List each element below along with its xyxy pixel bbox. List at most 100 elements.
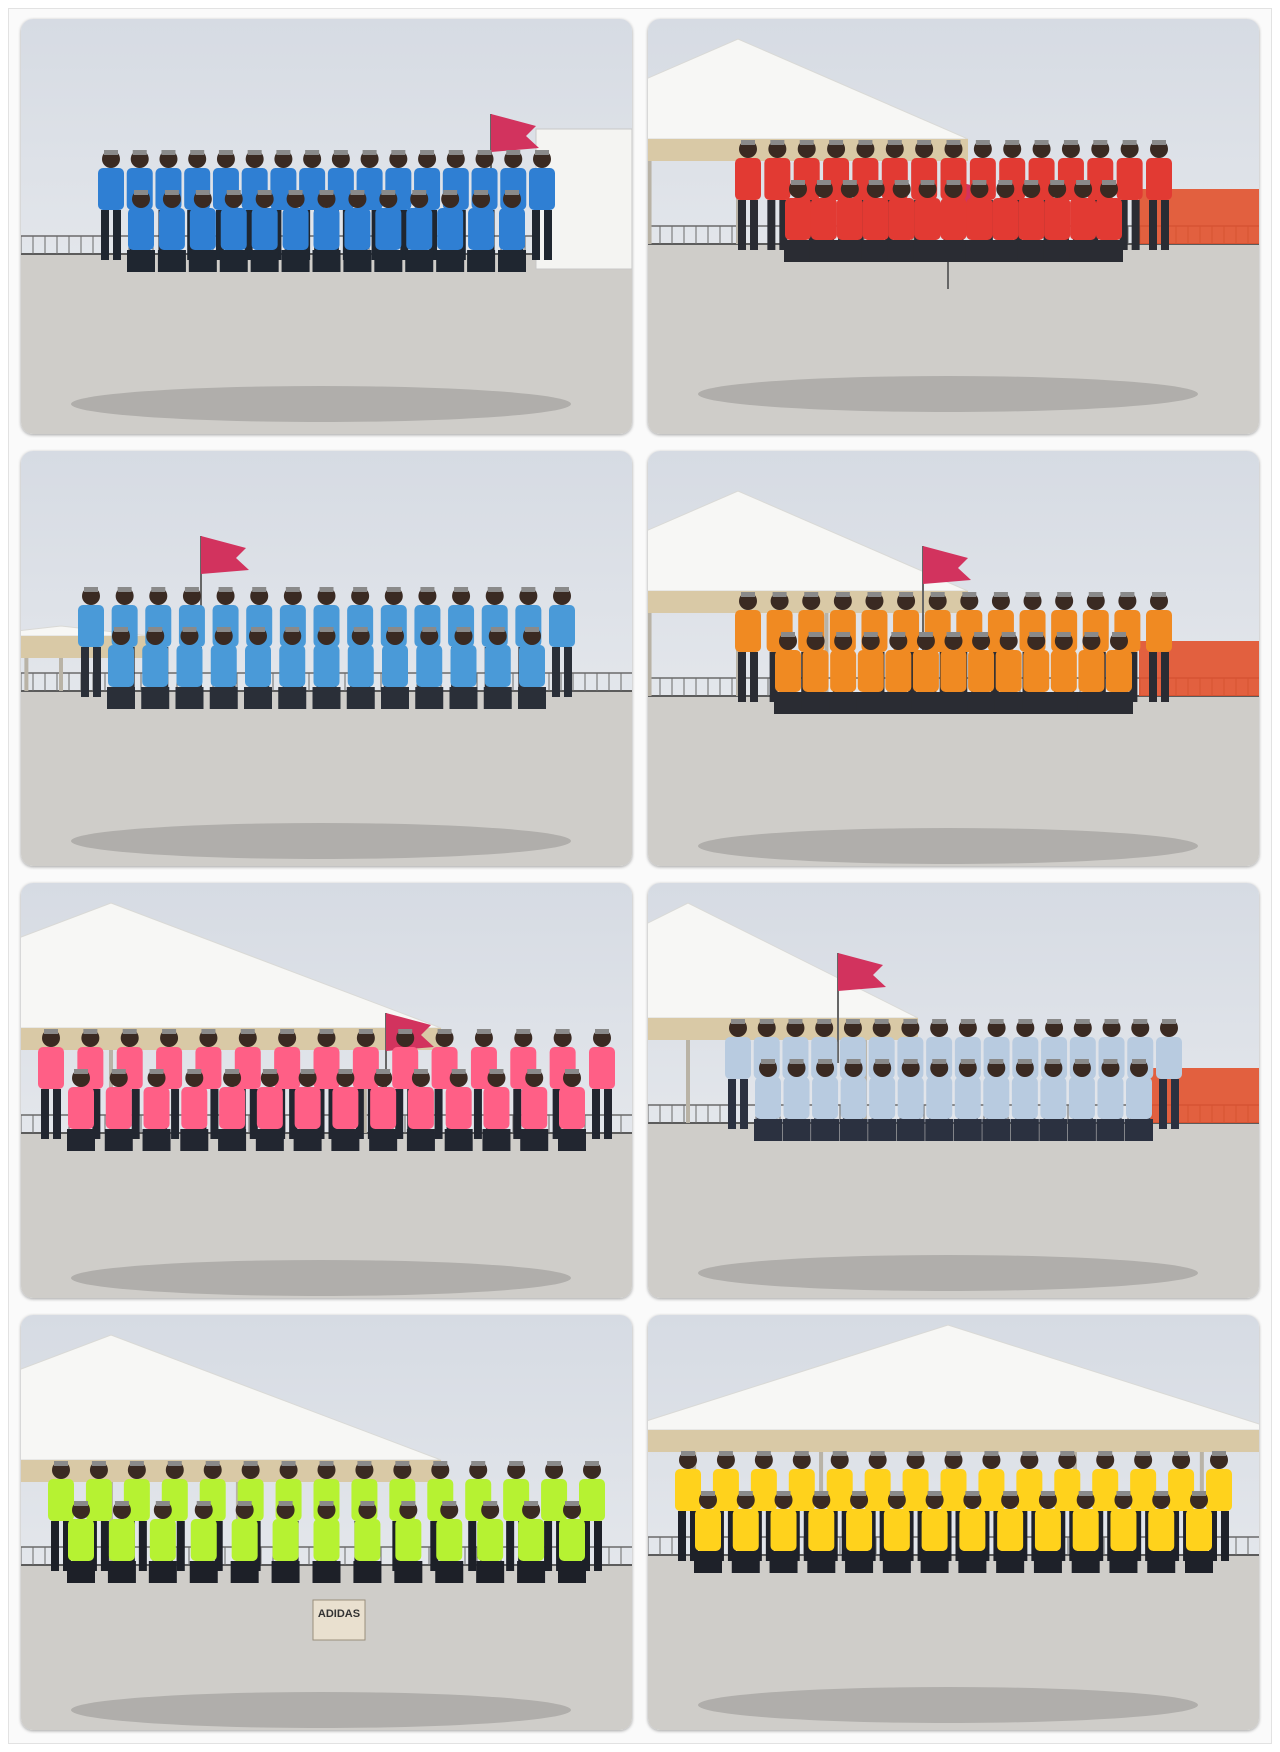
legs-crouched xyxy=(801,692,830,714)
shirt xyxy=(245,645,271,687)
shadow xyxy=(71,386,571,422)
legs-crouched xyxy=(856,692,885,714)
cap xyxy=(149,1069,164,1074)
shirt xyxy=(1092,1469,1119,1511)
canopy-rim xyxy=(21,1460,441,1482)
cap xyxy=(358,1029,373,1034)
shirt xyxy=(732,1509,759,1551)
leg xyxy=(552,647,560,697)
legs-crouched xyxy=(774,692,802,714)
shirt xyxy=(802,650,829,692)
legs-crouched xyxy=(498,250,526,272)
cap xyxy=(799,140,814,145)
cap xyxy=(353,627,368,632)
legs-crouched xyxy=(250,250,279,272)
cap xyxy=(195,190,210,195)
cap xyxy=(443,190,458,195)
legs-crouched xyxy=(1105,692,1133,714)
cap xyxy=(899,592,914,597)
legs-crouched xyxy=(353,1561,382,1583)
cap xyxy=(84,587,98,592)
group-photo-grey xyxy=(648,883,1259,1298)
cap xyxy=(920,180,935,185)
cap xyxy=(477,150,492,155)
photo-scene xyxy=(648,19,1259,434)
cap xyxy=(776,1491,791,1496)
cap xyxy=(398,1029,413,1034)
shirt xyxy=(559,1087,585,1129)
leg xyxy=(93,647,101,697)
cap xyxy=(483,1501,498,1506)
cap xyxy=(1046,1059,1061,1064)
leg xyxy=(51,1521,59,1571)
cap xyxy=(960,1019,975,1024)
cap xyxy=(972,180,987,185)
shirt xyxy=(785,198,811,240)
shirt xyxy=(775,650,801,692)
cap xyxy=(772,592,787,597)
cap xyxy=(998,180,1013,185)
legs-crouched xyxy=(148,1561,177,1583)
legs-crouched xyxy=(884,692,913,714)
legs-crouched xyxy=(1096,1119,1125,1141)
cap xyxy=(585,1461,599,1466)
shirt xyxy=(483,1087,510,1129)
legs-crouched xyxy=(1010,1119,1039,1141)
shirt xyxy=(38,1047,64,1089)
leg xyxy=(53,1089,61,1139)
cap xyxy=(962,592,977,597)
cap xyxy=(300,1069,315,1074)
legs-crouched xyxy=(331,1129,360,1151)
shirt xyxy=(519,645,545,687)
cap xyxy=(437,1029,452,1034)
shirt xyxy=(826,1469,853,1511)
leg xyxy=(740,1079,748,1129)
cap xyxy=(891,632,906,637)
shirt xyxy=(256,1087,283,1129)
legs-crouched xyxy=(845,1551,874,1573)
cap xyxy=(111,1069,126,1074)
canopy-rim xyxy=(648,1430,1259,1452)
shirt xyxy=(436,1519,463,1561)
cap xyxy=(965,1491,980,1496)
cap xyxy=(759,1019,774,1024)
cap xyxy=(547,1461,562,1466)
cap xyxy=(161,150,176,155)
group-photo-yellow xyxy=(648,1315,1259,1730)
group-photo-red xyxy=(648,19,1259,434)
legs-crouched xyxy=(1039,1119,1068,1141)
shirt xyxy=(1126,1077,1152,1119)
legs-crouched xyxy=(994,692,1023,714)
cap xyxy=(319,190,334,195)
leg xyxy=(738,652,746,702)
cap xyxy=(476,1029,491,1034)
shirt xyxy=(1070,198,1097,240)
legs-crouched xyxy=(1071,1551,1100,1573)
cap xyxy=(509,1461,524,1466)
legs-crouched xyxy=(436,250,465,272)
cap xyxy=(74,1069,88,1074)
shirt xyxy=(1168,1469,1195,1511)
cap xyxy=(814,1491,829,1496)
legs-crouched xyxy=(230,1561,259,1583)
legs-crouched xyxy=(1185,1551,1213,1573)
legs-crouched xyxy=(558,1561,586,1583)
leg xyxy=(1149,200,1157,250)
shirt xyxy=(735,158,761,200)
shirt xyxy=(812,1077,839,1119)
leg xyxy=(1171,1079,1179,1129)
legs-crouched xyxy=(996,1551,1025,1573)
shirt xyxy=(143,1087,170,1129)
cap xyxy=(1133,1019,1148,1024)
shirt xyxy=(997,1509,1024,1551)
cap xyxy=(240,1029,255,1034)
leg xyxy=(1161,200,1169,250)
shirt xyxy=(108,1519,135,1561)
shadow xyxy=(698,1687,1198,1723)
shirt xyxy=(521,1087,548,1129)
shirt xyxy=(1034,1509,1061,1551)
shirt xyxy=(1186,1509,1212,1551)
cap xyxy=(362,150,377,155)
cap xyxy=(889,1491,904,1496)
leg xyxy=(738,200,746,250)
